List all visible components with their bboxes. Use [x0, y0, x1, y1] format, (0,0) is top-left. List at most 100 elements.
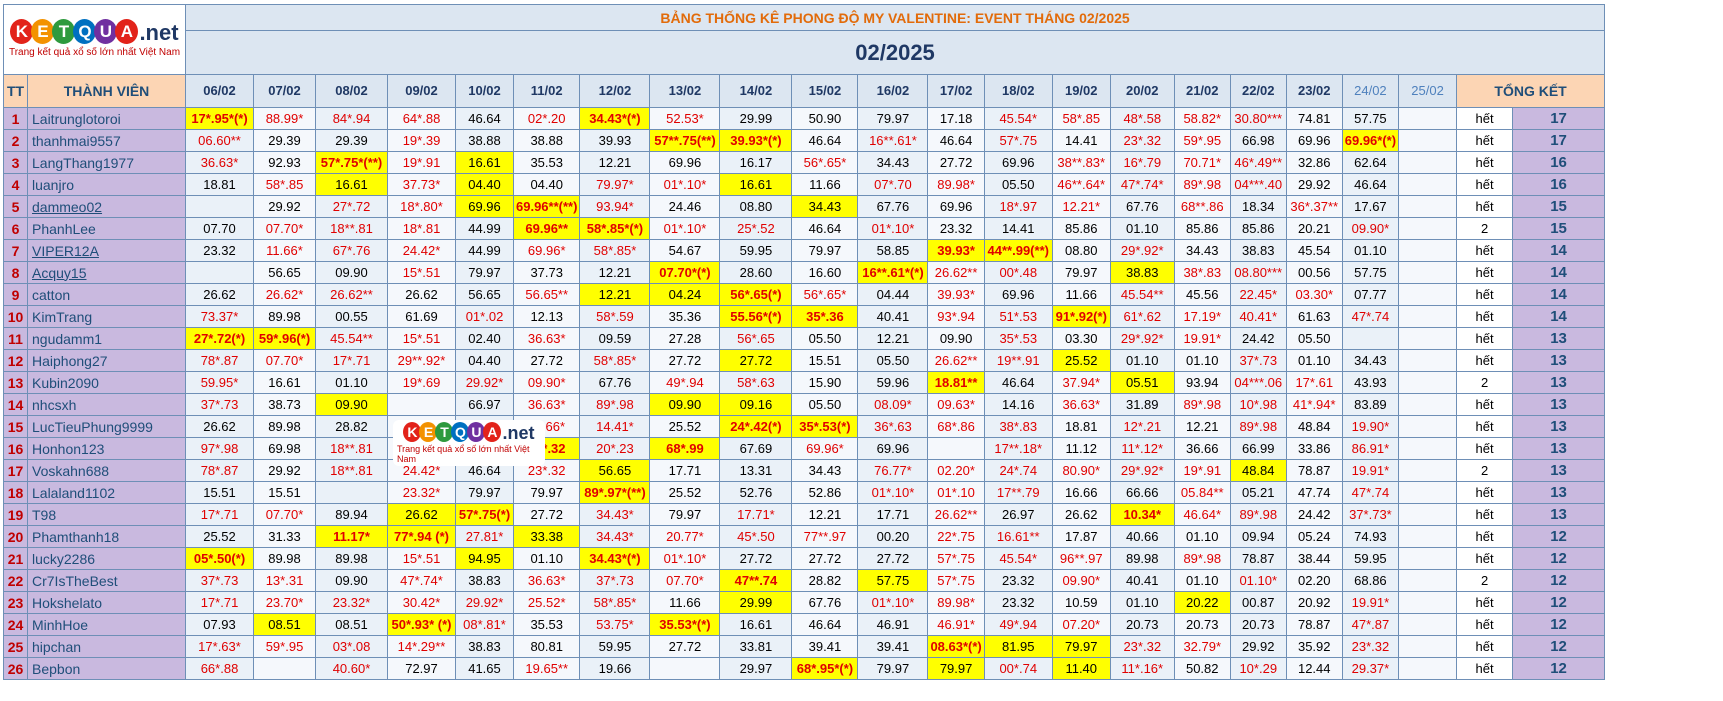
score-cell: 24.42 [1285, 503, 1343, 526]
member-name[interactable]: nhcsxh [27, 393, 186, 416]
table-row: 20 Phamthanh18 25.52 31.33 11.17* 77*.94 (*) 2… [3, 525, 1606, 548]
score-cell: 29.92* [455, 371, 514, 394]
score-cell [1398, 107, 1458, 130]
score-cell: 47*.87 [1341, 613, 1400, 636]
score-cell: 38.83 [455, 569, 514, 592]
logo-slogan: Trang kết quả xổ số lớn nhất Việt Nam [8, 47, 181, 58]
score-cell: 78.87 [1285, 613, 1343, 636]
score-cell: 18.81 [1051, 415, 1111, 438]
score-cell: 39.93* [927, 283, 985, 306]
score-cell: 46*.49** [1229, 151, 1287, 174]
logo-suffix: .net [502, 423, 535, 443]
member-name[interactable]: LucTieuPhung9999 [27, 415, 186, 438]
score-cell: 38.83 [1229, 239, 1287, 262]
member-name[interactable]: ngudamm1 [27, 327, 186, 350]
score-cell: 26.62 [387, 283, 456, 306]
score-cell: 56*.65 [719, 327, 793, 350]
table-row: 6 PhanhLee 07.70 07.70* 18**.81 18*.81 44.99 69… [3, 217, 1606, 240]
member-name[interactable]: Haiphong27 [27, 349, 186, 372]
score-cell: 69.96 [857, 437, 929, 460]
score-cell: 85.86 [1229, 217, 1287, 240]
logo-letter: U [94, 19, 118, 44]
status-cell: 2 [1456, 371, 1514, 394]
date-header: 18/02 [983, 74, 1053, 108]
member-name[interactable]: Cr7IsTheBest [27, 569, 186, 592]
member-name[interactable]: lucky2286 [27, 547, 186, 570]
member-name[interactable]: catton [27, 283, 186, 306]
header-tt: TT [3, 74, 28, 108]
score-cell: 06.60** [185, 129, 254, 152]
score-cell: 66.99 [1229, 437, 1287, 460]
member-name[interactable]: Honhon123 [27, 437, 186, 460]
table-row: 2 thanhmai9557 06.60** 29.39 29.39 19*.39 38.8… [3, 129, 1606, 152]
member-name[interactable]: Lalaland1102 [27, 481, 186, 504]
score-cell: 47*.74* [1109, 173, 1175, 196]
member-name[interactable]: KimTrang [27, 305, 186, 328]
score-cell: 09.90* [1341, 217, 1400, 240]
score-cell: 01*.02 [455, 305, 514, 328]
score-cell: 01.10 [512, 547, 581, 570]
score-cell: 61.69 [387, 305, 456, 328]
score-cell: 01.10 [1173, 569, 1231, 592]
month-heading: 02/2025 [184, 30, 1606, 75]
table-row: 1 Laitrunglotoroi 17*.95*(*) 88.99* 84*.94 64… [3, 107, 1606, 130]
total-cell: 13 [1512, 415, 1606, 438]
score-cell: 52.76 [719, 481, 793, 504]
status-cell: 2 [1456, 459, 1514, 482]
member-name[interactable]: T98 [27, 503, 186, 526]
score-cell: 16.66 [1051, 481, 1111, 504]
score-cell: 16.61** [983, 525, 1053, 548]
score-cell: 01.10 [1341, 239, 1400, 262]
score-cell: 07.70* [253, 217, 316, 240]
score-cell: 89.98 [253, 415, 316, 438]
member-name[interactable]: MinhHoe [27, 613, 186, 636]
date-header: 20/02 [1109, 74, 1175, 108]
member-name[interactable]: Hokshelato [27, 591, 186, 614]
row-number: 6 [3, 217, 28, 240]
score-cell: 62.64 [1341, 151, 1400, 174]
score-cell: 09.63* [927, 393, 985, 416]
score-cell: 93.94 [1173, 371, 1231, 394]
score-cell: 38.83 [1109, 261, 1175, 284]
score-cell: 26.62** [927, 261, 985, 284]
score-cell: 10*.29 [1229, 657, 1287, 680]
score-cell: 69.96*(*) [1341, 129, 1400, 152]
score-cell: 49*.94 [983, 613, 1053, 636]
member-name[interactable]: VIPER12A [27, 239, 186, 262]
member-name[interactable]: Kubin2090 [27, 371, 186, 394]
status-cell: hết [1456, 151, 1514, 174]
score-cell [1398, 481, 1458, 504]
header-member: THÀNH VIÊN [27, 74, 186, 108]
member-name[interactable]: Bepbon [27, 657, 186, 680]
total-cell: 12 [1512, 591, 1606, 614]
score-cell: 45.54** [1109, 283, 1175, 306]
score-cell: 34.43 [1173, 239, 1231, 262]
member-name[interactable]: Voskahn688 [27, 459, 186, 482]
score-cell [1398, 393, 1458, 416]
member-name[interactable]: PhanhLee [27, 217, 186, 240]
score-cell: 18.81 [185, 173, 254, 196]
score-cell: 34.43* [579, 503, 651, 526]
score-cell: 44.99 [455, 239, 514, 262]
row-number: 22 [3, 569, 28, 592]
member-name[interactable]: Laitrunglotoroi [27, 107, 186, 130]
row-number: 9 [3, 283, 28, 306]
score-cell: 31.89 [1109, 393, 1175, 416]
table-row: 12 Haiphong27 78*.87 07.70* 17*.71 29**.92* 04… [3, 349, 1606, 372]
total-cell: 12 [1512, 547, 1606, 570]
member-name[interactable]: hipchan [27, 635, 186, 658]
member-name[interactable]: dammeo02 [27, 195, 186, 218]
score-cell: 05*.50(*) [185, 547, 254, 570]
score-cell: 35*.53(*) [791, 415, 859, 438]
score-cell: 18**.81 [315, 459, 388, 482]
member-name[interactable]: LangThang1977 [27, 151, 186, 174]
score-cell: 58*.85* [579, 349, 651, 372]
watermark-logo: K E T Q U A .net Trang kết quả xổ số lớn nhất … [393, 420, 545, 466]
member-name[interactable]: luanjro [27, 173, 186, 196]
score-cell: 20.73 [1173, 613, 1231, 636]
row-number: 19 [3, 503, 28, 526]
score-cell: 40.41 [1109, 569, 1175, 592]
member-name[interactable]: thanhmai9557 [27, 129, 186, 152]
member-name[interactable]: Phamthanh18 [27, 525, 186, 548]
member-name[interactable]: Acquy15 [27, 261, 186, 284]
